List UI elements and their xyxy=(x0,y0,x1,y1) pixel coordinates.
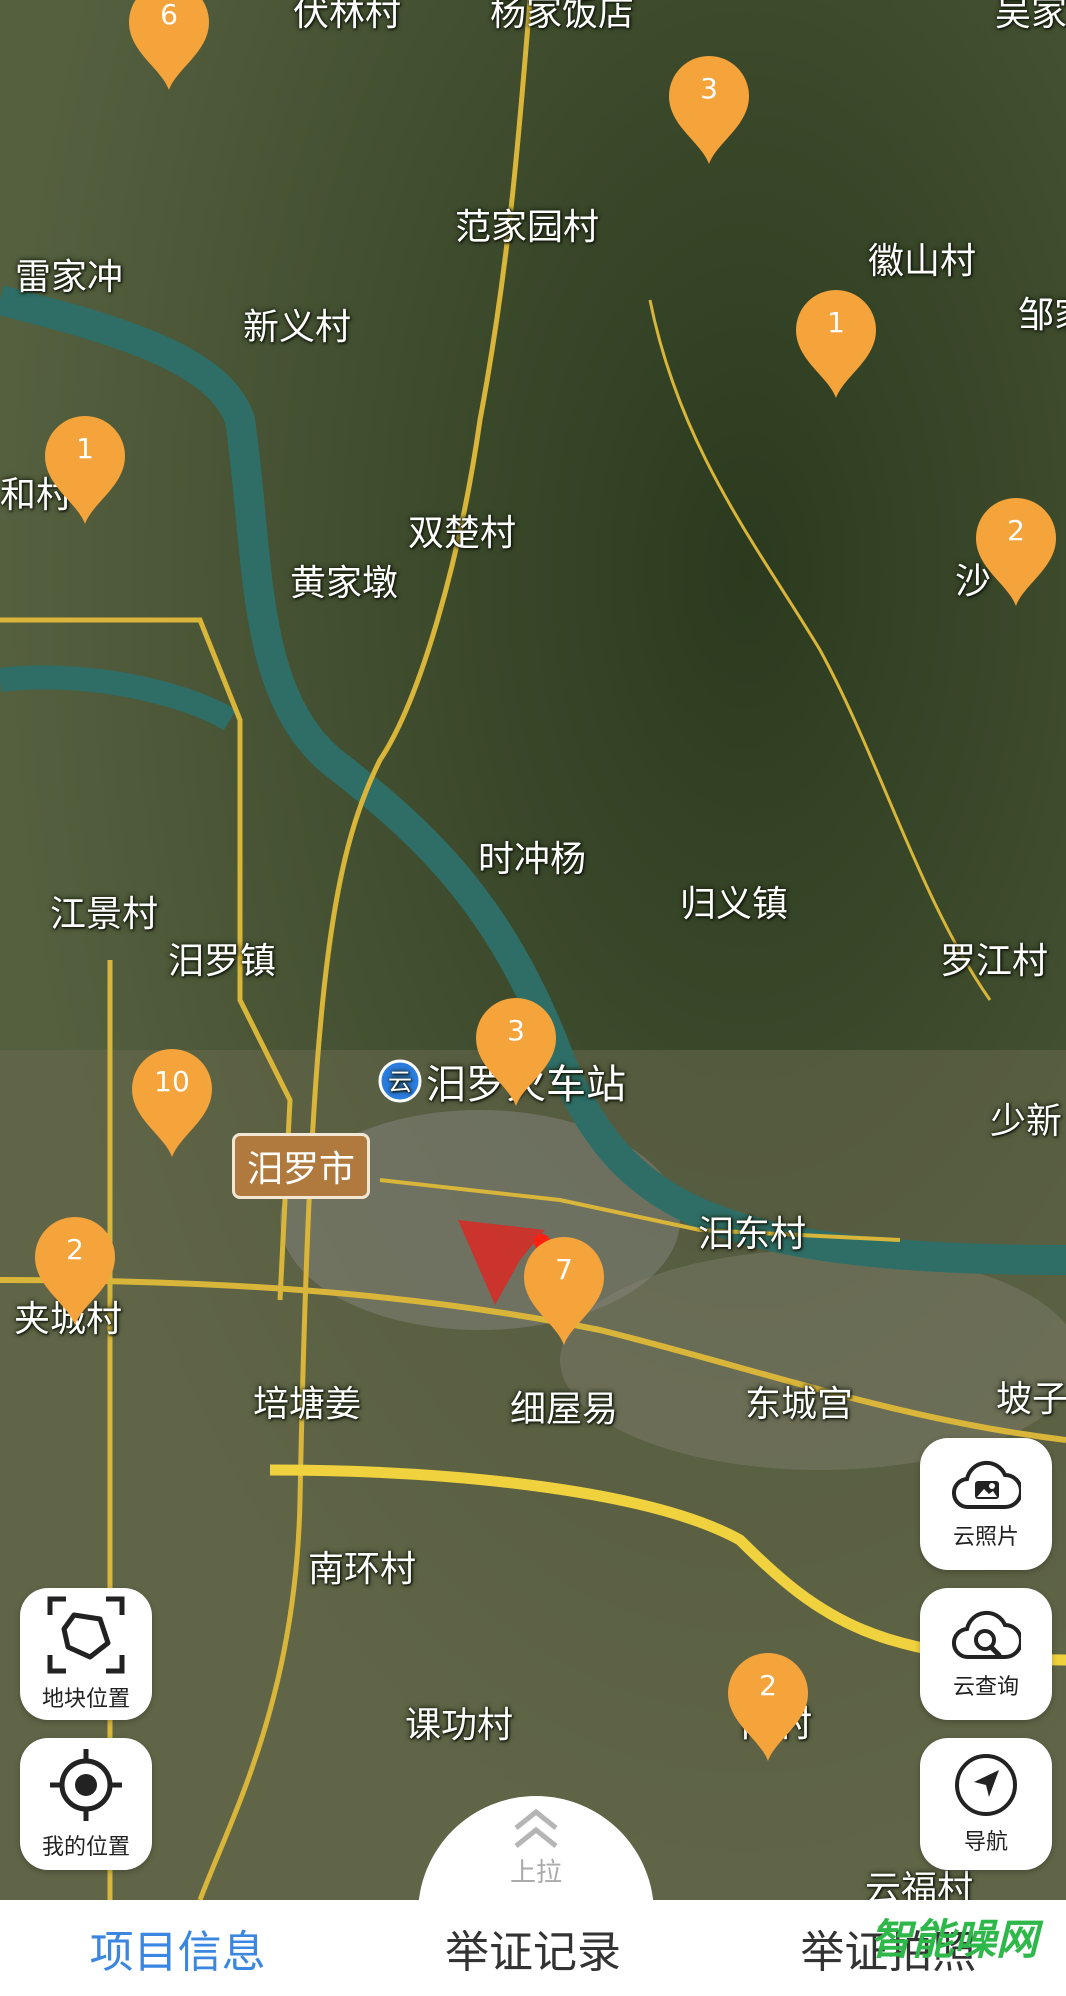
pin-count: 2 xyxy=(66,1233,84,1266)
map-cluster-pin[interactable]: 3 xyxy=(474,996,558,1108)
my-location-label: 我的位置 xyxy=(41,1835,130,1860)
cloud-photo-label: 云照片 xyxy=(952,1525,1019,1550)
pin-count: 1 xyxy=(827,306,845,339)
map-cluster-pin[interactable]: 6 xyxy=(127,0,211,92)
svg-text:云: 云 xyxy=(388,1068,412,1096)
tab-project-info[interactable]: 项目信息 xyxy=(0,1916,355,1980)
map-cluster-pin[interactable]: 1 xyxy=(794,288,878,400)
navigate-label: 导航 xyxy=(963,1830,1008,1855)
pin-count: 1 xyxy=(76,432,94,465)
navigation-arrow-icon xyxy=(955,1754,1017,1816)
plot-location-button[interactable]: 地块位置 xyxy=(20,1588,152,1720)
my-location-button[interactable]: 我的位置 xyxy=(20,1738,152,1870)
place-label: 汨罗镇 xyxy=(168,941,277,982)
place-label: 徽山村 xyxy=(868,241,977,282)
place-label: 南环村 xyxy=(308,1549,417,1590)
navigate-button[interactable]: 导航 xyxy=(920,1738,1052,1870)
pin-count: 2 xyxy=(1007,514,1025,547)
map-cluster-pin[interactable]: 2 xyxy=(726,1651,810,1763)
place-label: 归义镇 xyxy=(680,884,789,925)
cloud-photo-button[interactable]: 云照片 xyxy=(920,1438,1052,1570)
map-terrain xyxy=(0,0,1066,1900)
place-label: 邹家 xyxy=(1018,295,1066,336)
place-label: 东城宫 xyxy=(745,1384,854,1425)
pin-count: 3 xyxy=(507,1014,525,1047)
cloud-image-icon xyxy=(951,1460,1021,1510)
map-cluster-pin[interactable]: 10 xyxy=(130,1047,214,1159)
place-label: 雷家冲 xyxy=(15,257,124,298)
pin-count: 6 xyxy=(160,0,178,31)
pin-count: 2 xyxy=(759,1669,777,1702)
place-label: 少新 xyxy=(990,1101,1063,1142)
place-label: 课功村 xyxy=(405,1705,514,1746)
place-label: 江景村 xyxy=(50,894,159,935)
place-label: 汨东村 xyxy=(698,1214,807,1255)
plot-location-label: 地块位置 xyxy=(41,1687,130,1712)
watermark-logo: 智能噪网 xyxy=(869,1915,1038,1964)
plot-boundary-icon xyxy=(47,1596,125,1674)
satellite-map[interactable]: 伏林村 杨家饭店 吴家 范家园村 徽山村 邹家 雷家冲 新义村 和村 双楚村 黄… xyxy=(0,0,1066,1900)
place-label: 双楚村 xyxy=(408,513,517,554)
place-label: 黄家墩 xyxy=(290,563,399,604)
place-label: 坡子 xyxy=(996,1379,1066,1420)
place-label: 新义村 xyxy=(243,307,352,348)
map-cluster-pin[interactable]: 2 xyxy=(974,496,1058,608)
pin-count: 10 xyxy=(154,1065,190,1098)
place-label: 培塘姜 xyxy=(253,1384,362,1425)
cloud-query-label: 云查询 xyxy=(952,1675,1019,1700)
place-label: 细屋易 xyxy=(510,1389,619,1430)
pin-count: 7 xyxy=(555,1253,573,1286)
locate-crosshair-icon xyxy=(50,1749,122,1821)
map-cluster-pin[interactable]: 2 xyxy=(33,1215,117,1327)
place-label: 吴家 xyxy=(995,0,1066,34)
map-cluster-pin[interactable]: 7 xyxy=(522,1235,606,1347)
place-label: 伏林村 xyxy=(293,0,402,34)
place-label: 时冲杨 xyxy=(478,839,587,880)
map-cluster-pin[interactable]: 3 xyxy=(667,54,751,166)
double-chevron-up-icon xyxy=(514,1808,558,1848)
city-label: 汨罗市 xyxy=(232,1133,371,1199)
place-label: 范家园村 xyxy=(455,207,600,248)
train-station-icon: 云 xyxy=(378,1059,422,1103)
pull-up-label: 上拉 xyxy=(509,1858,562,1888)
place-label: 杨家饭店 xyxy=(490,0,635,34)
cloud-search-icon xyxy=(951,1610,1021,1660)
place-label: 罗江村 xyxy=(940,941,1049,982)
map-cluster-pin[interactable]: 1 xyxy=(43,414,127,526)
cloud-query-button[interactable]: 云查询 xyxy=(920,1588,1052,1720)
pin-count: 3 xyxy=(700,72,718,105)
tab-evidence-records[interactable]: 举证记录 xyxy=(355,1916,710,1980)
